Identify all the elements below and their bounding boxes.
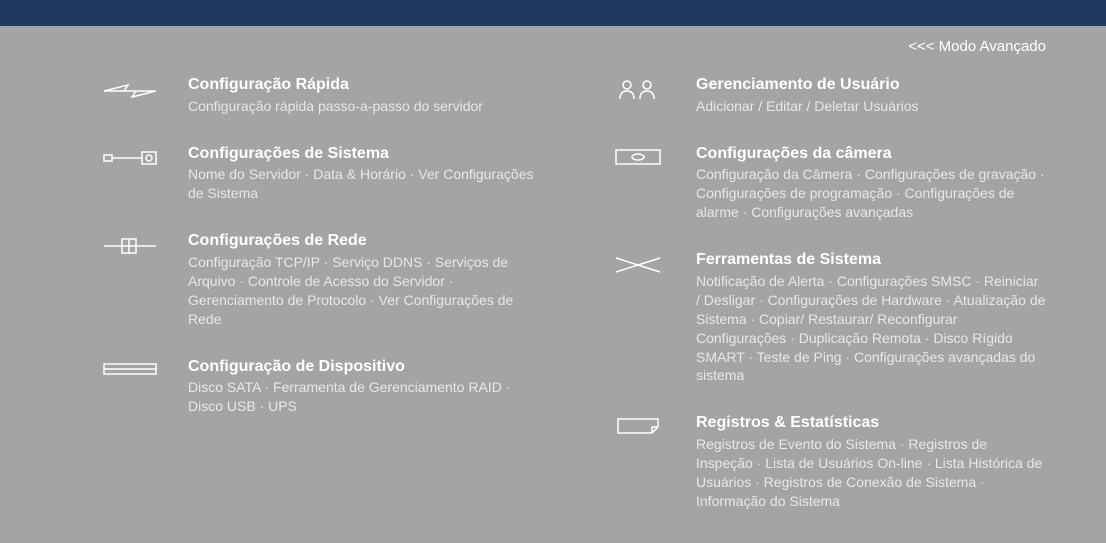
item-title: Configuração de Dispositivo [188,357,538,378]
item-quick-setup[interactable]: Configuração Rápida Configuração rápida … [100,75,538,116]
item-desc: Disco SATA · Ferramenta de Gerenciamento… [188,378,538,416]
tools-icon [608,250,668,276]
content-grid: Configuração Rápida Configuração rápida … [0,55,1106,539]
item-desc: Notificação de Alerta · Configurações SM… [696,272,1046,385]
item-title: Configurações de Sistema [188,144,538,165]
item-desc: Configuração da Câmera · Configurações d… [696,165,1046,222]
item-network-settings[interactable]: Configurações de Rede Configuração TCP/I… [100,231,538,328]
item-desc: Nome do Servidor · Data & Horário · Ver … [188,165,538,203]
left-column: Configuração Rápida Configuração rápida … [100,75,538,539]
advanced-mode-link[interactable]: <<< Modo Avançado [0,26,1106,55]
document-icon [608,413,668,435]
item-user-management[interactable]: Gerenciamento de Usuário Adicionar / Edi… [608,75,1046,116]
users-icon [608,75,668,101]
item-system-settings[interactable]: Configurações de Sistema Nome do Servido… [100,144,538,204]
item-title: Registros & Estatísticas [696,413,1046,434]
item-system-tools[interactable]: Ferramentas de Sistema Notificação de Al… [608,250,1046,385]
disk-icon [100,357,160,377]
key-icon [100,144,160,168]
item-title: Ferramentas de Sistema [696,250,1046,271]
lightning-icon [100,75,160,103]
item-title: Gerenciamento de Usuário [696,75,1046,96]
item-title: Configurações da câmera [696,144,1046,165]
item-desc: Configuração TCP/IP · Serviço DDNS · Ser… [188,253,538,329]
network-icon [100,231,160,257]
item-device-config[interactable]: Configuração de Dispositivo Disco SATA ·… [100,357,538,417]
item-desc: Registros de Evento do Sistema · Registr… [696,435,1046,511]
item-logs-stats[interactable]: Registros & Estatísticas Registros de Ev… [608,413,1046,510]
top-bar [0,0,1106,26]
item-title: Configurações de Rede [188,231,538,252]
camera-icon [608,144,668,166]
item-desc: Adicionar / Editar / Deletar Usuários [696,97,1046,116]
item-camera-settings[interactable]: Configurações da câmera Configuração da … [608,144,1046,222]
item-desc: Configuração rápida passo-a-passo do ser… [188,97,538,116]
item-title: Configuração Rápida [188,75,538,96]
right-column: Gerenciamento de Usuário Adicionar / Edi… [608,75,1046,539]
